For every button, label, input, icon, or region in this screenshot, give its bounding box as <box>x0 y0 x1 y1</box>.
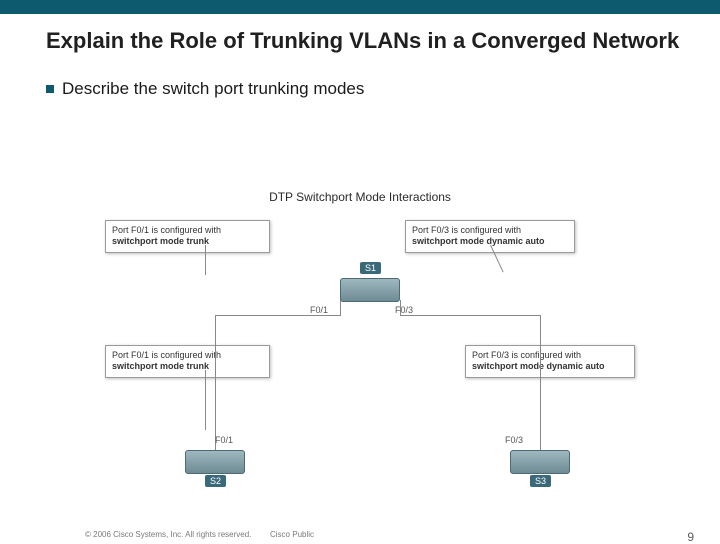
port-label: F0/3 <box>505 435 523 445</box>
config-command: switchport mode trunk <box>112 361 263 372</box>
switch-label-s1: S1 <box>360 262 381 274</box>
link-line <box>215 315 216 450</box>
config-box-top-right: Port F0/3 is configured with switchport … <box>405 220 575 253</box>
link-line <box>340 300 341 315</box>
bullet-item: Describe the switch port trunking modes <box>0 57 720 99</box>
config-line: Port F0/3 is configured with <box>412 225 568 236</box>
port-label: F0/3 <box>395 305 413 315</box>
link-line <box>400 315 540 316</box>
footer-public: Cisco Public <box>270 530 314 539</box>
config-command: switchport mode dynamic auto <box>472 361 628 372</box>
config-box-bottom-right: Port F0/3 is configured with switchport … <box>465 345 635 378</box>
link-line <box>540 315 541 450</box>
switch-s1-icon <box>340 278 400 302</box>
bullet-text: Describe the switch port trunking modes <box>62 79 364 98</box>
config-line: Port F0/3 is configured with <box>472 350 628 361</box>
switch-label-s3: S3 <box>530 475 551 487</box>
diagram-title: DTP Switchport Mode Interactions <box>85 190 635 204</box>
bullet-icon <box>46 85 54 93</box>
switch-label-s2: S2 <box>205 475 226 487</box>
config-command: switchport mode trunk <box>112 236 263 247</box>
page-number: 9 <box>687 530 694 544</box>
diagram-container: DTP Switchport Mode Interactions Port F0… <box>85 190 635 490</box>
config-box-top-left: Port F0/1 is configured with switchport … <box>105 220 270 253</box>
leader-line <box>205 370 206 430</box>
slide-title: Explain the Role of Trunking VLANs in a … <box>0 14 720 57</box>
leader-line <box>205 245 206 275</box>
header-bar <box>0 0 720 14</box>
config-line: Port F0/1 is configured with <box>112 350 263 361</box>
port-label: F0/1 <box>310 305 328 315</box>
link-line <box>215 315 341 316</box>
port-label: F0/1 <box>215 435 233 445</box>
switch-s3-icon <box>510 450 570 474</box>
config-line: Port F0/1 is configured with <box>112 225 263 236</box>
footer-copyright: © 2006 Cisco Systems, Inc. All rights re… <box>85 530 251 539</box>
config-box-bottom-left: Port F0/1 is configured with switchport … <box>105 345 270 378</box>
switch-s2-icon <box>185 450 245 474</box>
